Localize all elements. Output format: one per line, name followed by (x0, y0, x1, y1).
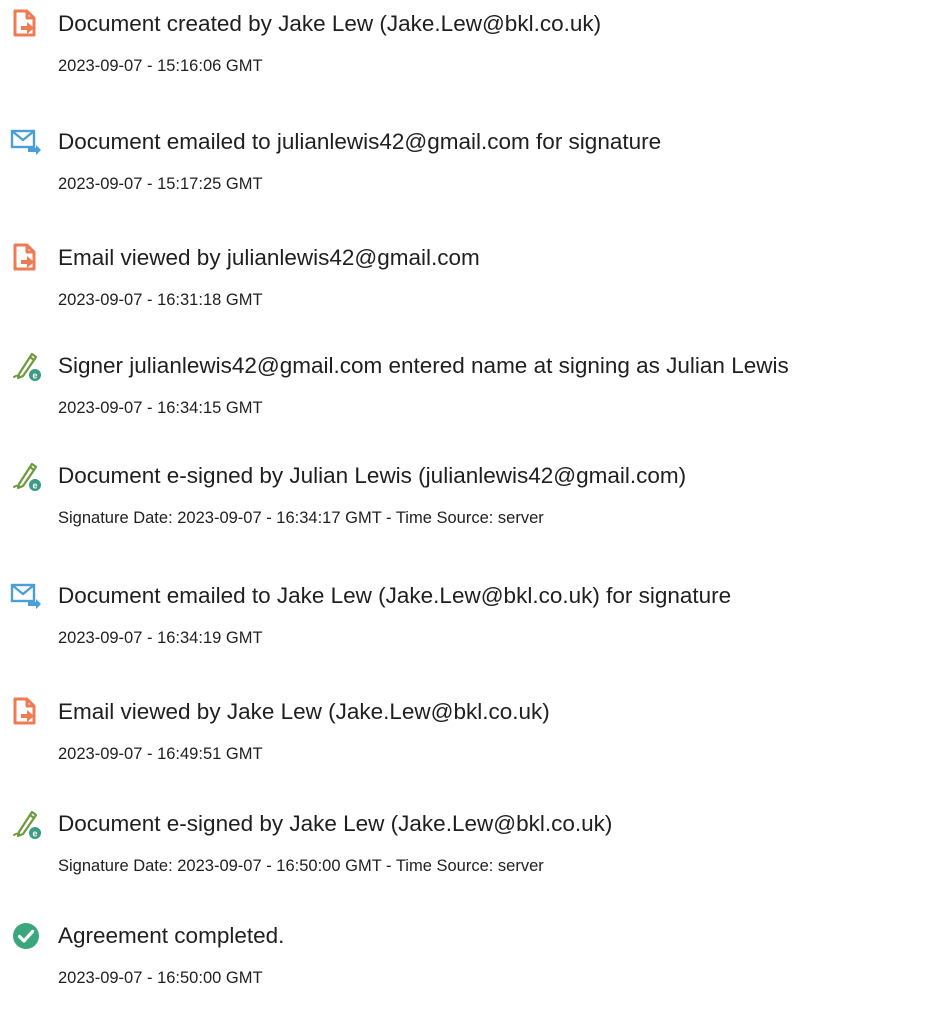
event-timestamp: 2023-09-07 - 16:50:00 GMT (58, 969, 263, 987)
event-timestamp: 2023-09-07 - 15:16:06 GMT (58, 57, 263, 75)
event-description: Document e-signed by Jake Lew (Jake.Lew@… (58, 811, 613, 836)
svg-text:e: e (32, 481, 37, 491)
audit-event: e Document e-signed by Julian Lewis (jul… (0, 460, 925, 550)
email-sent-icon (10, 126, 42, 158)
svg-text:e: e (32, 371, 37, 381)
e-sign-icon: e (10, 808, 42, 840)
audit-event: Email viewed by julianlewis42@gmail.com … (0, 242, 925, 332)
event-description: Email viewed by Jake Lew (Jake.Lew@bkl.c… (58, 699, 550, 724)
e-sign-icon: e (10, 460, 42, 492)
audit-event: Email viewed by Jake Lew (Jake.Lew@bkl.c… (0, 696, 925, 786)
audit-event: Document created by Jake Lew (Jake.Lew@b… (0, 8, 925, 98)
event-timestamp: Signature Date: 2023-09-07 - 16:34:17 GM… (58, 509, 544, 527)
event-description: Agreement completed. (58, 923, 285, 948)
event-timestamp: Signature Date: 2023-09-07 - 16:50:00 GM… (58, 857, 544, 875)
e-sign-icon: e (10, 350, 42, 382)
document-viewed-icon (10, 696, 42, 728)
svg-text:e: e (32, 829, 37, 839)
event-timestamp: 2023-09-07 - 15:17:25 GMT (58, 175, 263, 193)
audit-event: Document emailed to Jake Lew (Jake.Lew@b… (0, 580, 925, 670)
event-timestamp: 2023-09-07 - 16:49:51 GMT (58, 745, 263, 763)
event-timestamp: 2023-09-07 - 16:31:18 GMT (58, 291, 263, 309)
document-viewed-icon (10, 242, 42, 274)
event-description: Document created by Jake Lew (Jake.Lew@b… (58, 11, 602, 36)
event-timestamp: 2023-09-07 - 16:34:15 GMT (58, 399, 263, 417)
event-description: Email viewed by julianlewis42@gmail.com (58, 245, 480, 270)
audit-event: Document emailed to julianlewis42@gmail.… (0, 126, 925, 216)
event-description: Document e-signed by Julian Lewis (julia… (58, 463, 687, 488)
event-description: Document emailed to julianlewis42@gmail.… (58, 129, 662, 154)
event-timestamp: 2023-09-07 - 16:34:19 GMT (58, 629, 263, 647)
event-description: Document emailed to Jake Lew (Jake.Lew@b… (58, 583, 732, 608)
audit-event: Agreement completed. 2023-09-07 - 16:50:… (0, 920, 925, 1010)
completed-check-icon (10, 920, 42, 952)
audit-event: e Signer julianlewis42@gmail.com entered… (0, 350, 925, 440)
event-description: Signer julianlewis42@gmail.com entered n… (58, 353, 789, 378)
document-created-icon (10, 8, 42, 40)
email-sent-icon (10, 580, 42, 612)
audit-event: e Document e-signed by Jake Lew (Jake.Le… (0, 808, 925, 898)
